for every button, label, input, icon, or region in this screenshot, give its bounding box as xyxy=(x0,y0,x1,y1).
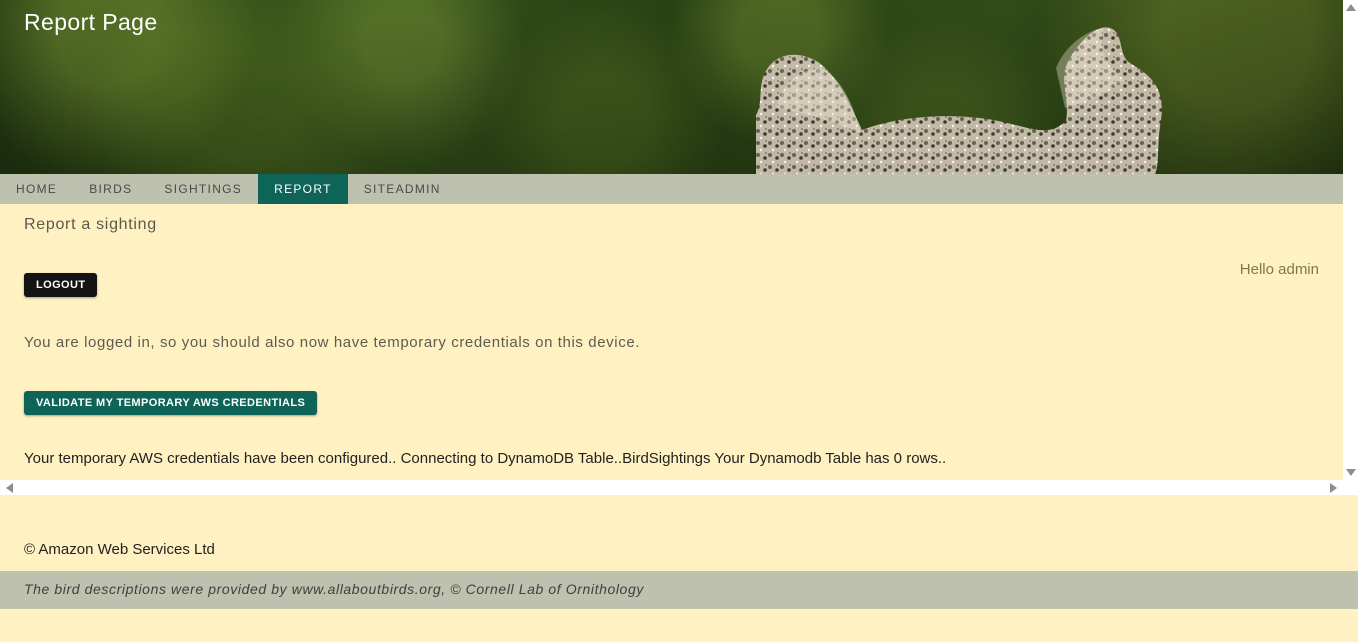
report-heading: Report a sighting xyxy=(24,216,157,233)
dynamodb-result: Your temporary AWS credentials have been… xyxy=(24,450,947,467)
nav-item-home[interactable]: HOME xyxy=(0,174,73,204)
page-title: Report Page xyxy=(24,9,158,35)
header-banner: Report Page xyxy=(0,0,1343,174)
report-content: Report Page HOME BIRDS SIGHTINGS REPORT … xyxy=(0,0,1343,480)
main-nav: HOME BIRDS SIGHTINGS REPORT SITEADMIN xyxy=(0,174,1343,204)
user-greeting: Hello admin xyxy=(1239,261,1319,278)
footer-attribution-band: The bird descriptions were provided by w… xyxy=(0,571,1358,609)
logout-button[interactable]: LOGOUT xyxy=(24,273,98,297)
chevron-left-icon[interactable] xyxy=(6,483,13,493)
nav-item-sightings[interactable]: SIGHTINGS xyxy=(148,174,258,204)
bird-banner-image xyxy=(756,27,1162,174)
footer-attribution: The bird descriptions were provided by w… xyxy=(24,581,644,597)
chevron-down-icon[interactable] xyxy=(1346,469,1356,476)
horizontal-scrollbar[interactable] xyxy=(0,480,1343,495)
scrollbar-corner xyxy=(1343,480,1358,495)
chevron-up-icon[interactable] xyxy=(1346,4,1356,11)
vertical-scrollbar[interactable] xyxy=(1343,0,1358,480)
report-frame: Report Page HOME BIRDS SIGHTINGS REPORT … xyxy=(0,0,1358,495)
chevron-right-icon[interactable] xyxy=(1330,483,1337,493)
nav-item-report[interactable]: REPORT xyxy=(258,174,348,204)
validate-credentials-button[interactable]: VALIDATE MY TEMPORARY AWS CREDENTIALS xyxy=(24,391,318,415)
nav-item-siteadmin[interactable]: SITEADMIN xyxy=(348,174,457,204)
nav-item-birds[interactable]: BIRDS xyxy=(73,174,148,204)
copyright-text: © Amazon Web Services Ltd xyxy=(24,541,215,558)
credentials-status: You are logged in, so you should also no… xyxy=(24,334,641,351)
